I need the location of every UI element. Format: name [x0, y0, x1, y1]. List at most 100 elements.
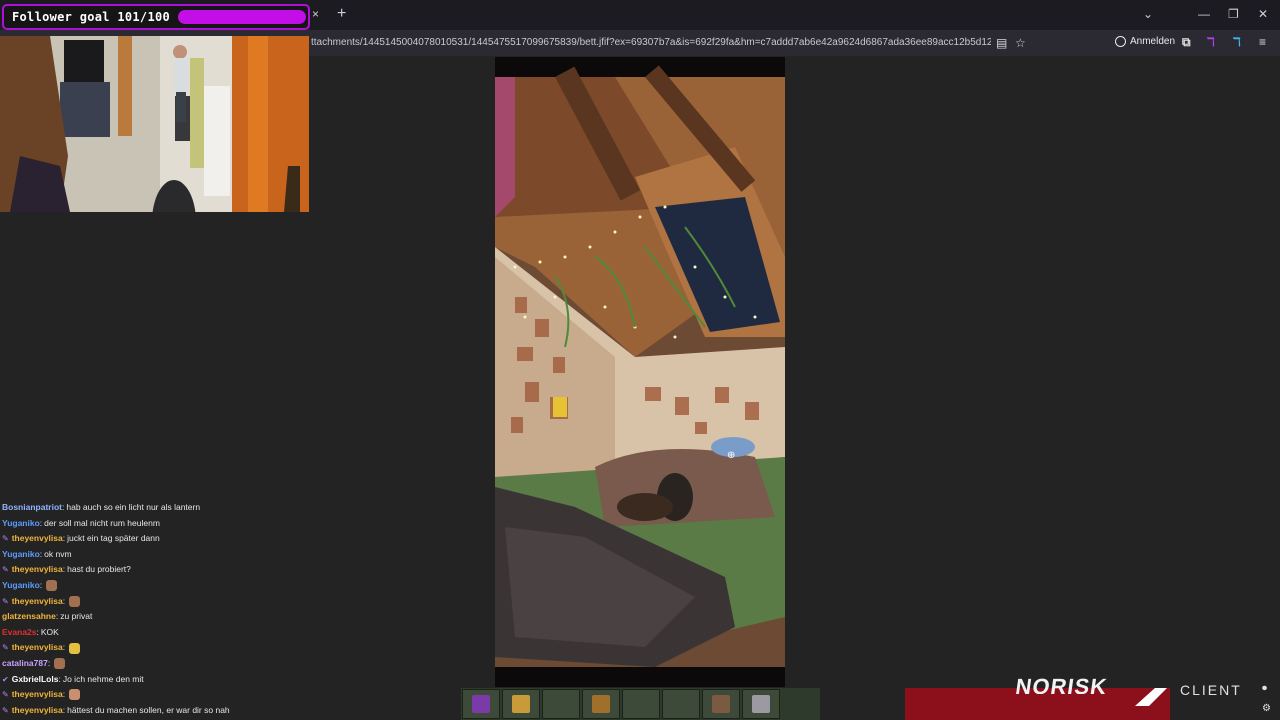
chat-overlay: Bosnianpatriot: hab auch so ein licht nur… [2, 500, 302, 718]
hotbar-slot[interactable] [502, 689, 540, 719]
chat-emote-icon [46, 580, 58, 592]
chat-username[interactable]: theyenvylisa [12, 531, 63, 547]
chat-username[interactable]: theyenvylisa [12, 594, 63, 610]
mic-icon: ⏺ [1262, 683, 1267, 694]
follower-goal-widget: Follower goal 101/100 [2, 4, 310, 30]
chat-separator: : [47, 657, 51, 668]
enchanted-item-icon [512, 695, 530, 713]
minimize-button[interactable]: — [1198, 7, 1210, 21]
chat-username[interactable]: GxbrielLols [12, 672, 59, 688]
chat-emote-icon [69, 689, 81, 701]
chat-message-text: ok nvm [44, 548, 72, 559]
chat-separator: : [39, 517, 43, 528]
menu-icon[interactable]: ≡ [1259, 35, 1266, 49]
client-logo-text: NORISK [1014, 674, 1109, 694]
chat-separator: : [61, 502, 65, 512]
reader-view-icon[interactable]: ▤ [996, 36, 1007, 50]
game-hotbar[interactable] [461, 688, 820, 720]
chat-message-text: juckt ein tag später dann [67, 533, 160, 544]
chat-username[interactable]: theyenvylisa [12, 640, 63, 656]
chat-separator: : [62, 689, 66, 700]
hotbar-slot[interactable] [622, 689, 660, 719]
webcam-feed [0, 36, 309, 212]
chat-username[interactable]: catalina787 [2, 656, 48, 672]
stone-block-icon [752, 695, 770, 713]
hotbar-slot[interactable] [542, 689, 580, 719]
chat-message-text: KOK [40, 626, 59, 637]
chat-message: Bosnianpatriot: hab auch so ein licht nur… [2, 500, 302, 516]
tab-close-icon[interactable]: × [312, 7, 319, 21]
chat-message: ✎ theyenvylisa: [2, 640, 302, 656]
bookmark-star-icon[interactable]: ☆ [1015, 36, 1026, 50]
bedroom-photo [495, 57, 785, 687]
image-viewer[interactable]: ⊕ [495, 57, 785, 687]
chat-username[interactable]: theyenvylisa [12, 562, 63, 578]
chat-separator: : [62, 595, 66, 606]
chest-icon [592, 695, 610, 713]
chat-username[interactable]: theyenvylisa [12, 687, 63, 703]
chat-badge-icon: ✎ [2, 690, 9, 700]
chat-badge-icon: ✎ [2, 705, 9, 715]
chat-username[interactable]: theyenvylisa [12, 703, 63, 719]
chat-username[interactable]: Yuganiko [2, 547, 40, 563]
chat-separator: : [55, 611, 59, 622]
chat-message: Evana2s: KOK [2, 625, 302, 641]
chat-separator: : [58, 673, 61, 684]
chat-separator: : [36, 626, 39, 637]
hotbar-slot[interactable] [662, 689, 700, 719]
hotbar-slot[interactable] [742, 689, 780, 719]
chat-badge-icon: ✎ [2, 596, 9, 606]
sign-in-button[interactable]: Anmelden [1115, 36, 1175, 47]
follower-goal-progress-bar [178, 10, 306, 24]
chat-message: ✎ theyenvylisa: [2, 687, 302, 703]
chat-separator: : [62, 642, 66, 653]
chat-message: Yuganiko: der soll mal nicht rum heulenm [2, 516, 302, 532]
client-logo-icon [1135, 688, 1167, 706]
chat-username[interactable]: Bosnianpatriot [2, 500, 62, 516]
client-logo-text2: CLIENT [1180, 682, 1242, 698]
close-window-button[interactable]: ✕ [1258, 7, 1268, 21]
chat-message: ✎ theyenvylisa: hättest du machen sollen, … [2, 703, 302, 719]
chat-separator: : [39, 548, 43, 559]
chat-emote-icon [54, 658, 66, 670]
cursor-icon: ⊕ [727, 450, 736, 461]
extension-purple-icon[interactable]: ℸ [1207, 35, 1215, 49]
chat-message: ✎ theyenvylisa: [2, 594, 302, 610]
chat-emote-icon [69, 595, 81, 607]
hotbar-slot[interactable] [702, 689, 740, 719]
extension-blue-icon[interactable]: ℸ [1233, 35, 1241, 49]
hotbar-slot[interactable] [582, 689, 620, 719]
account-icon [1115, 36, 1126, 47]
new-tab-button[interactable]: + [337, 5, 346, 23]
furnace-block-icon [712, 695, 730, 713]
chat-badge-icon: ✔ [2, 674, 9, 684]
chat-separator: : [39, 579, 43, 590]
chat-message: ✎ theyenvylisa: hast du probiert? [2, 562, 302, 578]
extensions-icon[interactable]: ⧉ [1182, 35, 1191, 50]
maximize-button[interactable]: ❐ [1228, 7, 1239, 21]
chat-username[interactable]: Yuganiko [2, 516, 40, 532]
settings-gear-icon[interactable]: ⚙ [1262, 703, 1271, 714]
chat-emote-icon [69, 642, 81, 654]
chat-badge-icon: ✎ [2, 643, 9, 653]
chat-message-text: zu privat [60, 611, 93, 622]
chat-message: ✎ theyenvylisa: juckt ein tag später dann [2, 531, 302, 547]
chat-message-text: hättest du machen sollen, er war dir so … [67, 704, 230, 715]
follower-goal-progress-fill [178, 10, 306, 24]
chat-message: glatzensahne: zu privat [2, 609, 302, 625]
chat-username[interactable]: Yuganiko [2, 578, 40, 594]
chat-message-text: hast du probiert? [67, 564, 131, 575]
chat-username[interactable]: Evana2s [2, 625, 37, 641]
tab-list-chevron-icon[interactable]: ⌄ [1143, 7, 1153, 21]
chat-badge-icon: ✎ [2, 565, 9, 575]
chat-message-text: der soll mal nicht rum heulenm [44, 517, 160, 528]
chat-message-text: hab auch so ein licht nur als lantern [66, 502, 201, 512]
purple-block-icon [472, 695, 490, 713]
chat-separator: : [62, 533, 66, 544]
hotbar-slot[interactable] [462, 689, 500, 719]
chat-separator: : [62, 704, 66, 715]
chat-username[interactable]: glatzensahne [2, 609, 56, 625]
url-text[interactable]: ttachments/1445145004078010531/144547551… [311, 37, 991, 48]
chat-message: Yuganiko: [2, 578, 302, 594]
chat-message: ✔ GxbrielLols: Jo ich nehme den mit [2, 672, 302, 688]
